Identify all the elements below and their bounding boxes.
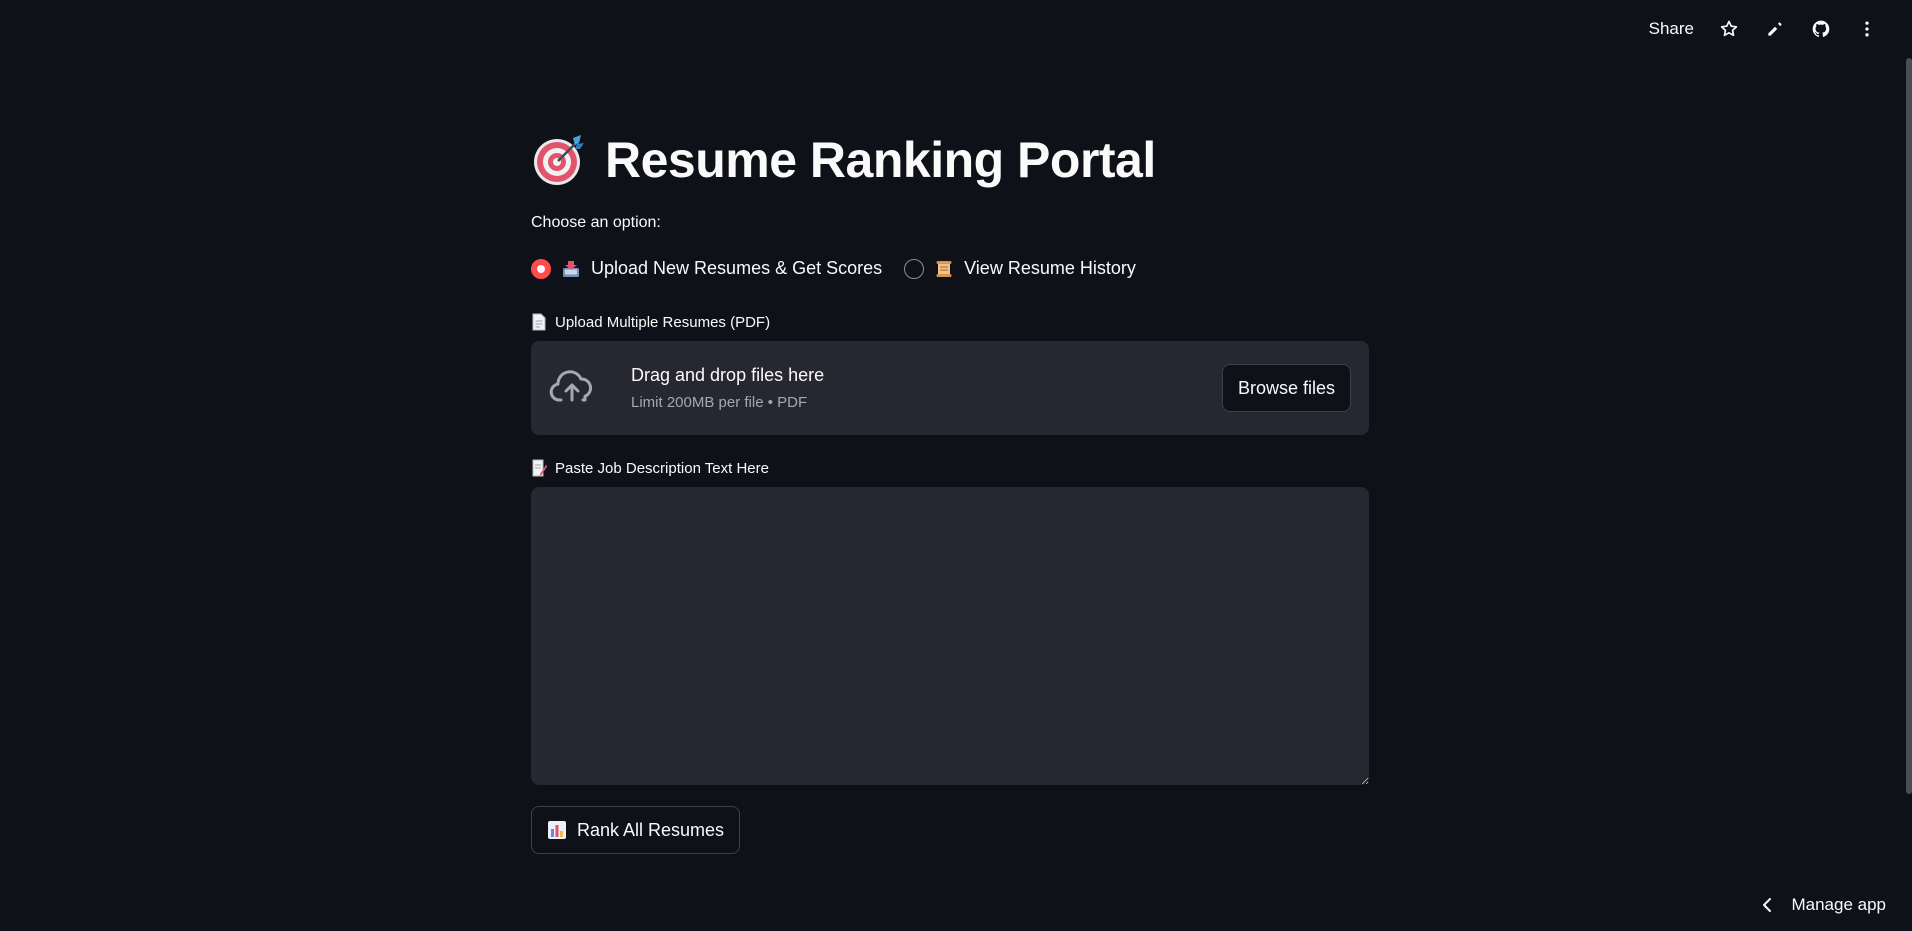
upload-label: Upload Multiple Resumes (PDF): [531, 313, 1369, 331]
star-icon[interactable]: [1718, 18, 1740, 40]
job-description-label-text: Paste Job Description Text Here: [555, 459, 769, 477]
title-row: Resume Ranking Portal: [531, 126, 1369, 194]
dropzone-limit: Limit 200MB per file • PDF: [631, 394, 808, 411]
target-dart-icon: [534, 135, 584, 185]
manage-app-button[interactable]: Manage app: [1761, 895, 1886, 915]
dropzone-title: Drag and drop files here: [631, 365, 825, 385]
radio-view-history-label: View Resume History: [964, 258, 1136, 278]
radio-upload-new[interactable]: Upload New Resumes & Get Scores: [531, 258, 882, 279]
option-radio-group: Upload New Resumes & Get Scores View Res…: [531, 258, 1369, 279]
rank-all-resumes-button[interactable]: Rank All Resumes: [531, 806, 741, 854]
page-title: Resume Ranking Portal: [605, 132, 1156, 188]
dropzone-text: Drag and drop files here Limit 200MB per…: [631, 365, 1222, 411]
chevron-left-icon: [1763, 898, 1772, 912]
upload-label-text: Upload Multiple Resumes (PDF): [555, 313, 771, 331]
page-document-icon: [532, 313, 546, 331]
file-dropzone[interactable]: Drag and drop files here Limit 200MB per…: [531, 341, 1369, 435]
rank-row: Rank All Resumes: [531, 806, 1369, 854]
page-scrollbar[interactable]: [1906, 58, 1912, 794]
radio-upload-new-label: Upload New Resumes & Get Scores: [591, 258, 883, 278]
choose-option-label: Choose an option:: [531, 214, 661, 231]
rank-all-resumes-label: Rank All Resumes: [577, 819, 725, 840]
github-icon[interactable]: [1810, 18, 1832, 40]
radio-view-history[interactable]: View Resume History: [904, 258, 1136, 279]
memo-icon: [532, 459, 547, 477]
scroll-icon: [936, 260, 952, 277]
radio-selected-indicator[interactable]: [531, 258, 551, 279]
cloud-upload-icon: [549, 370, 593, 402]
job-description-label: Paste Job Description Text Here: [531, 459, 1369, 477]
manage-app-label: Manage app: [1791, 895, 1886, 914]
pencil-icon[interactable]: [1764, 18, 1786, 40]
inbox-tray-icon: [563, 260, 579, 277]
job-description-textarea[interactable]: [531, 487, 1369, 785]
browse-files-button[interactable]: Browse files: [1221, 364, 1351, 412]
share-button[interactable]: Share: [1649, 19, 1694, 39]
main-content: Resume Ranking Portal Choose an option: …: [531, 126, 1369, 854]
header-toolbar: Share: [1649, 18, 1878, 40]
radio-unselected-indicator[interactable]: [904, 258, 925, 279]
bar-chart-icon: [548, 821, 566, 839]
more-vertical-icon[interactable]: [1856, 18, 1878, 40]
